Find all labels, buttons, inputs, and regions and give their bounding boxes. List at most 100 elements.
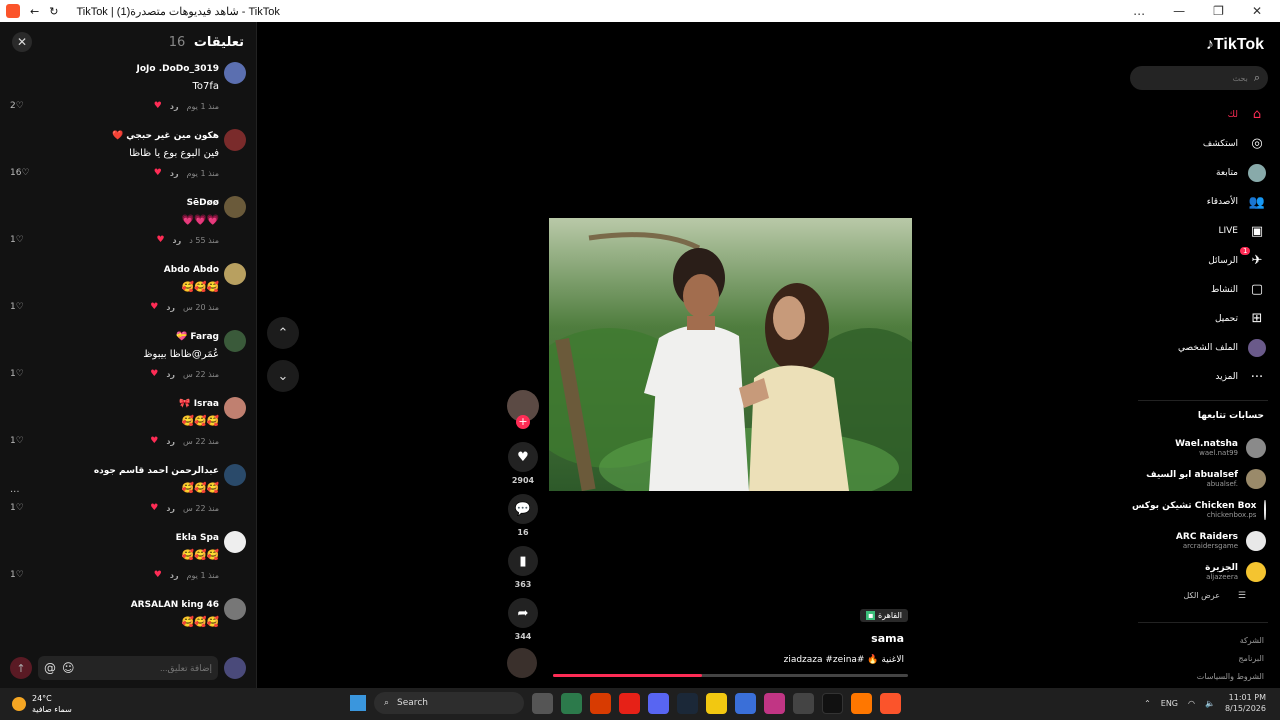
nav-item[interactable]: استكشف ◎: [1136, 129, 1266, 158]
reload-icon[interactable]: ↻: [49, 5, 58, 18]
nav-item[interactable]: تحميل ⊞: [1136, 304, 1266, 333]
youtube-icon[interactable]: [619, 692, 640, 714]
nav-item[interactable]: لك ⌂: [1136, 100, 1266, 129]
close-comments-button[interactable]: ✕: [12, 32, 32, 52]
music-disc-icon[interactable]: [507, 648, 537, 678]
comment-reply-button[interactable]: رد: [173, 236, 182, 245]
tray-chevron-icon[interactable]: ⌃: [1144, 699, 1151, 708]
minimize-button[interactable]: —: [1173, 4, 1185, 18]
comment-like-button[interactable]: 1♡: [10, 235, 24, 245]
file-explorer-icon[interactable]: [706, 692, 727, 714]
comment-username[interactable]: Israa 🎀: [179, 399, 219, 409]
video-progress-bar[interactable]: [553, 674, 908, 677]
nav-item[interactable]: النشاط ▢: [1136, 275, 1266, 304]
comment-like-button[interactable]: 2♡: [10, 101, 24, 111]
back-icon[interactable]: ←: [30, 5, 39, 18]
following-account[interactable]: تشيكن بوكس Chicken Box chickenbox.ps: [1132, 494, 1266, 525]
following-account[interactable]: ARC Raiders arcraidersgame: [1132, 525, 1266, 556]
nav-item[interactable]: المزيد ···: [1136, 363, 1266, 392]
steam-icon[interactable]: [677, 692, 698, 714]
comment-reply-button[interactable]: رد: [170, 169, 179, 178]
widgets-icon[interactable]: [561, 692, 582, 714]
tiktok-app-icon[interactable]: [822, 692, 843, 714]
search-icon[interactable]: ⌕: [1254, 71, 1260, 85]
footer-program-link[interactable]: البرنامج: [1197, 650, 1264, 668]
comment-username[interactable]: ARSALAN king 46: [131, 600, 219, 610]
task-view-icon[interactable]: [532, 692, 553, 714]
nav-item[interactable]: الملف الشخصي: [1136, 334, 1266, 363]
nav-item[interactable]: الأصدقاء 👥: [1136, 188, 1266, 217]
emoji-icon[interactable]: ☺: [62, 661, 75, 675]
windows-start-icon[interactable]: [350, 695, 366, 711]
comment-avatar[interactable]: [224, 464, 246, 486]
brave-taskbar-icon[interactable]: [880, 692, 901, 714]
nav-item[interactable]: الرسائل ✈ 1: [1136, 246, 1266, 275]
discord-icon[interactable]: [648, 692, 669, 714]
comment-avatar[interactable]: [224, 263, 246, 285]
following-account[interactable]: Wael.natsha wael.nat99: [1132, 432, 1266, 463]
comment-like-button[interactable]: 1♡: [10, 436, 24, 446]
comment-username[interactable]: هكون مين غير حبجي ❤️: [112, 131, 219, 141]
comment-username[interactable]: Ekla Spa: [176, 533, 219, 543]
comment-like-button[interactable]: 1♡: [10, 503, 24, 513]
comment-like-button[interactable]: 1♡: [10, 302, 24, 312]
comment-reply-button[interactable]: رد: [170, 571, 179, 580]
browser-menu-button[interactable]: …: [1133, 4, 1145, 18]
share-button[interactable]: ➦: [508, 598, 538, 628]
save-button[interactable]: ▮: [508, 546, 538, 576]
follow-plus-icon[interactable]: +: [516, 415, 530, 429]
comment-avatar[interactable]: [224, 397, 246, 419]
comment-reply-button[interactable]: رد: [166, 504, 175, 513]
comment-avatar[interactable]: [224, 196, 246, 218]
comment-avatar[interactable]: [224, 129, 246, 151]
nav-item[interactable]: متابعة: [1136, 158, 1266, 187]
comment-username[interactable]: JoJo .DoDo_3019: [137, 64, 219, 74]
comment-reply-button[interactable]: رد: [170, 102, 179, 111]
comment-avatar[interactable]: [224, 62, 246, 84]
weather-widget[interactable]: 24°C سماء صافية: [12, 693, 72, 715]
wifi-icon[interactable]: ◠: [1188, 699, 1195, 708]
send-comment-button[interactable]: ↑: [10, 657, 32, 679]
comment-username[interactable]: عبدالرحمن احمد قاسم جوده: [94, 466, 219, 476]
comment-button[interactable]: 💬: [508, 494, 538, 524]
taskbar-search[interactable]: ⌕ Search: [374, 692, 524, 714]
mention-icon[interactable]: @: [44, 661, 56, 675]
volume-icon[interactable]: 🔈: [1205, 699, 1215, 708]
comment-reply-button[interactable]: رد: [166, 437, 175, 446]
like-button[interactable]: ♥: [508, 442, 538, 472]
instagram-icon[interactable]: [764, 692, 785, 714]
video-player[interactable]: [549, 218, 912, 491]
comment-username[interactable]: Farag 💝: [176, 332, 219, 342]
following-account[interactable]: ابو السيف abualsef abualsef.: [1132, 463, 1266, 494]
comment-username[interactable]: Abdo Abdo: [164, 265, 219, 275]
soundcloud-icon[interactable]: [851, 692, 872, 714]
comment-like-button[interactable]: 1♡: [10, 570, 24, 580]
comment-username[interactable]: SēDøø: [187, 198, 219, 208]
comment-reply-button[interactable]: رد: [166, 303, 175, 312]
chrome-icon[interactable]: [590, 692, 611, 714]
comment-avatar[interactable]: [224, 531, 246, 553]
maximize-button[interactable]: ❐: [1213, 4, 1224, 18]
comment-avatar[interactable]: [224, 598, 246, 620]
lang-indicator[interactable]: ENG: [1161, 699, 1178, 708]
settings-icon[interactable]: [793, 692, 814, 714]
tiktok-logo[interactable]: ♪TikTok: [1206, 36, 1264, 54]
video-author[interactable]: sama: [871, 632, 904, 645]
following-account[interactable]: الجزيرة aljazeera: [1132, 556, 1266, 587]
next-video-button[interactable]: ⌄: [267, 360, 299, 392]
system-clock[interactable]: 11:01 PM 8/15/2026: [1225, 692, 1266, 714]
comment-like-button[interactable]: 1♡: [10, 369, 24, 379]
comment-like-button[interactable]: 16♡: [10, 168, 30, 178]
comment-input[interactable]: [80, 663, 212, 673]
see-all-link[interactable]: عرض الكل: [1183, 591, 1220, 600]
comment-avatar[interactable]: [224, 330, 246, 352]
store-icon[interactable]: [735, 692, 756, 714]
comment-reply-button[interactable]: رد: [166, 370, 175, 379]
footer-company-link[interactable]: الشركة: [1197, 632, 1264, 650]
video-location-tag[interactable]: القاهرة ▪: [860, 609, 908, 622]
previous-video-button[interactable]: ⌃: [267, 317, 299, 349]
close-window-button[interactable]: ✕: [1252, 4, 1262, 18]
nav-item[interactable]: LIVE ▣: [1136, 217, 1266, 246]
search-input[interactable]: [1147, 73, 1248, 83]
comment-more-button[interactable]: ...: [10, 484, 20, 495]
